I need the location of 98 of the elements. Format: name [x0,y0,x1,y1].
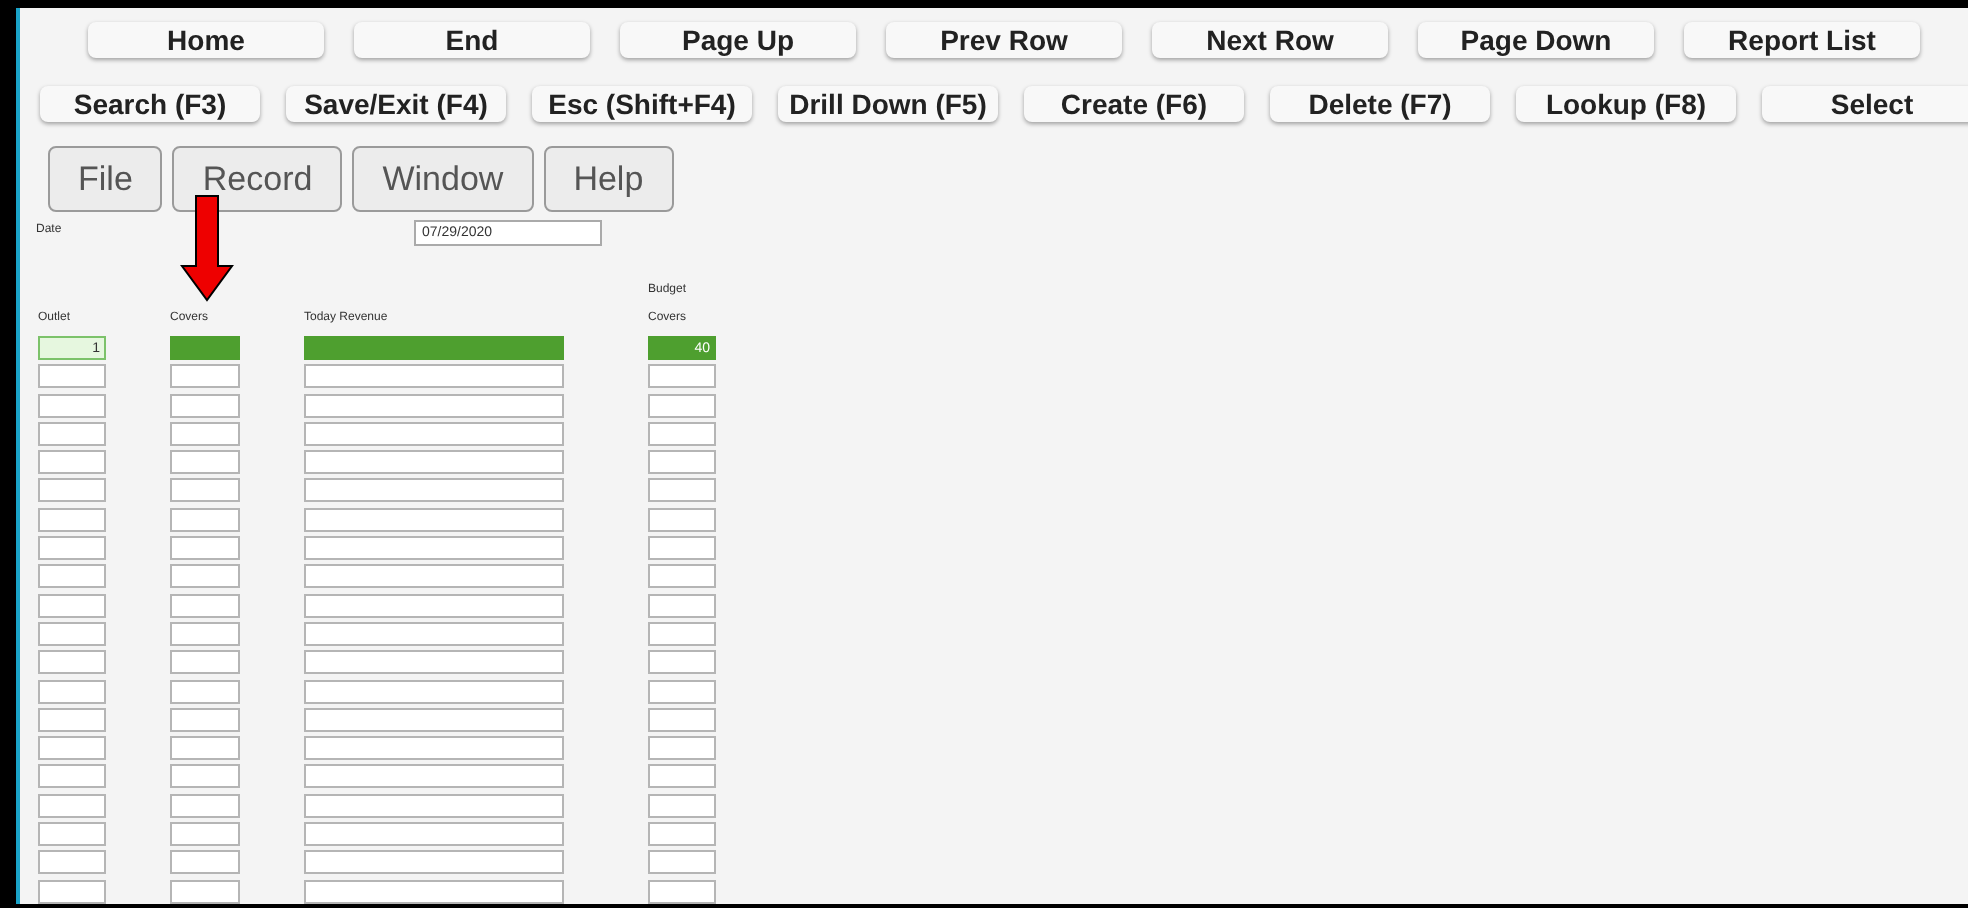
table-cell[interactable] [170,364,240,389]
table-cell[interactable] [170,536,240,561]
table-cell[interactable] [304,478,564,503]
table-cell[interactable] [648,621,716,646]
table-cell[interactable] [304,421,564,446]
table-cell[interactable] [38,364,106,389]
toolbar-button[interactable]: Save/Exit (F4) [286,86,506,122]
table-cell[interactable] [170,478,240,503]
table-cell[interactable] [304,393,564,418]
table-cell[interactable] [38,564,106,589]
table-cell[interactable] [38,764,106,789]
table-cell[interactable] [170,507,240,532]
table-cell[interactable] [648,450,716,475]
table-cell[interactable] [38,707,106,732]
toolbar-button[interactable]: Page Down [1418,22,1654,58]
table-cell[interactable] [38,536,106,561]
table-cell[interactable] [170,764,240,789]
table-cell[interactable] [170,564,240,589]
toolbar-button[interactable]: Delete (F7) [1270,86,1490,122]
table-cell[interactable] [170,393,240,418]
table-cell[interactable] [38,621,106,646]
menu-button[interactable]: Window [352,146,534,212]
toolbar-button[interactable]: Home [88,22,324,58]
table-cell[interactable] [304,650,564,675]
toolbar-button[interactable]: End [354,22,590,58]
table-cell[interactable] [304,707,564,732]
table-cell[interactable] [304,879,564,904]
table-cell[interactable] [648,822,716,847]
table-cell[interactable] [648,707,716,732]
table-cell[interactable] [648,736,716,761]
table-cell[interactable] [648,536,716,561]
table-cell[interactable] [38,450,106,475]
table-cell[interactable] [648,793,716,818]
table-cell[interactable] [170,593,240,618]
toolbar-button[interactable]: Lookup (F8) [1516,86,1736,122]
menu-button[interactable]: File [48,146,163,212]
table-cell[interactable] [648,593,716,618]
table-cell[interactable] [38,736,106,761]
toolbar-button[interactable]: Drill Down (F5) [778,86,998,122]
table-cell[interactable] [304,593,564,618]
toolbar-button[interactable]: Page Up [620,22,856,58]
table-cell[interactable] [648,879,716,904]
table-cell[interactable] [38,822,106,847]
table-cell[interactable] [170,650,240,675]
table-cell[interactable] [38,850,106,875]
table-cell[interactable] [648,364,716,389]
table-cell[interactable] [648,850,716,875]
table-cell[interactable] [38,679,106,704]
table-cell[interactable] [170,679,240,704]
table-cell[interactable] [648,764,716,789]
table-cell[interactable] [304,736,564,761]
table-cell[interactable] [38,793,106,818]
table-cell[interactable] [304,822,564,847]
toolbar-button[interactable]: Select [1762,86,1968,122]
table-cell[interactable] [170,736,240,761]
table-cell[interactable] [38,507,106,532]
table-cell[interactable] [304,336,564,360]
toolbar-button[interactable]: Search (F3) [40,86,260,122]
table-cell[interactable] [304,536,564,561]
table-cell[interactable] [648,478,716,503]
menu-button[interactable]: Help [543,146,674,212]
table-cell[interactable] [304,679,564,704]
table-cell[interactable] [38,478,106,503]
table-cell[interactable] [170,621,240,646]
table-cell[interactable] [648,393,716,418]
table-cell[interactable] [170,336,240,360]
toolbar-button[interactable]: Report List [1684,22,1920,58]
toolbar-button[interactable]: Esc (Shift+F4) [532,86,752,122]
toolbar-button[interactable]: Next Row [1152,22,1388,58]
table-cell[interactable] [648,507,716,532]
table-cell[interactable] [170,421,240,446]
table-cell[interactable] [170,793,240,818]
table-cell[interactable] [304,764,564,789]
table-cell[interactable] [170,707,240,732]
table-cell[interactable] [38,879,106,904]
table-cell[interactable] [38,593,106,618]
table-cell[interactable] [38,393,106,418]
table-cell[interactable] [648,679,716,704]
table-cell[interactable] [170,450,240,475]
table-cell[interactable] [38,650,106,675]
table-cell[interactable] [648,421,716,446]
toolbar-button[interactable]: Prev Row [886,22,1122,58]
table-cell[interactable] [304,364,564,389]
table-cell[interactable] [304,621,564,646]
table-cell[interactable] [304,507,564,532]
table-cell[interactable] [304,450,564,475]
table-cell[interactable] [648,564,716,589]
table-cell[interactable] [170,822,240,847]
table-cell[interactable] [38,421,106,446]
table-cell[interactable] [304,850,564,875]
pointer-arrow [180,194,234,302]
table-cell[interactable] [304,793,564,818]
table-cell[interactable] [170,879,240,904]
table-cell[interactable] [648,650,716,675]
table-cell[interactable] [304,564,564,589]
toolbar-button[interactable]: Create (F6) [1024,86,1244,122]
table-cell[interactable] [170,850,240,875]
menu-button[interactable]: Record [172,146,343,212]
